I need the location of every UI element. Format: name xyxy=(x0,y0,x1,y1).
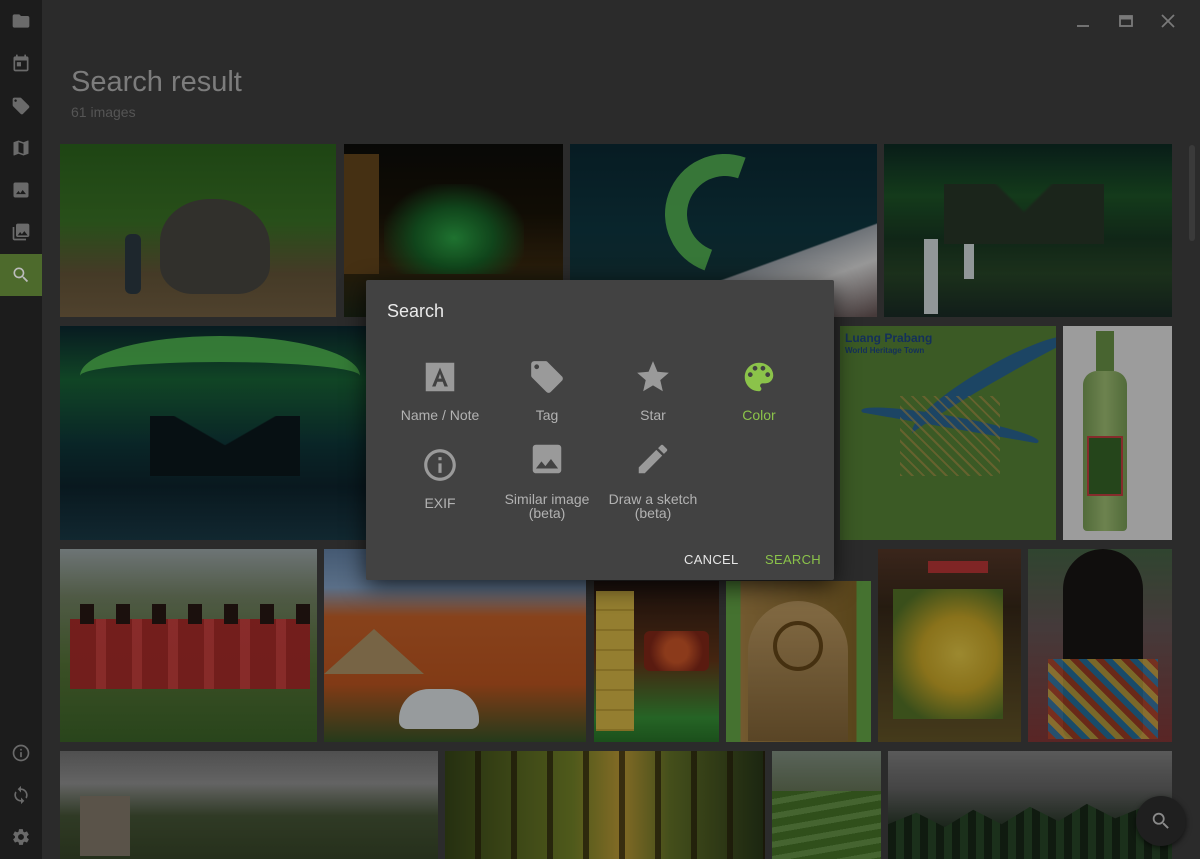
maximize-button[interactable] xyxy=(1112,8,1140,34)
image-thumbnail[interactable] xyxy=(60,144,336,317)
page-title: Search result xyxy=(71,66,242,98)
tag-icon xyxy=(531,361,563,393)
calendar-icon xyxy=(13,54,29,72)
sidebar-item-map[interactable] xyxy=(0,127,42,169)
settings-icon xyxy=(13,829,29,845)
palette-icon xyxy=(744,362,774,392)
search-option-name-note[interactable]: Name / Note xyxy=(387,358,493,422)
search-option-tag[interactable]: Tag xyxy=(494,358,600,422)
image-thumbnail[interactable] xyxy=(772,751,881,859)
sidebar-item-search[interactable] xyxy=(0,254,42,296)
image-thumbnail[interactable] xyxy=(888,751,1172,859)
close-icon xyxy=(1161,14,1175,28)
folder-icon xyxy=(12,14,30,28)
image-thumbnail[interactable] xyxy=(60,751,438,859)
pencil-icon xyxy=(638,444,668,474)
photo-library-icon xyxy=(12,223,30,241)
option-label: Name / Note xyxy=(400,407,480,423)
option-label: Star xyxy=(640,407,666,423)
sidebar-item-photo[interactable] xyxy=(0,169,42,211)
text-a-icon xyxy=(425,362,455,392)
search-option-color[interactable]: Color xyxy=(706,358,812,422)
map-icon xyxy=(13,140,29,156)
sidebar-item-photo-library[interactable] xyxy=(0,211,42,253)
search-option-similar-image[interactable]: Similar image (beta) xyxy=(494,440,600,520)
sidebar-item-sync[interactable] xyxy=(0,774,42,816)
sidebar-item-info[interactable] xyxy=(0,732,42,774)
search-dialog: Search Name / Note Tag Star Color EXIF S… xyxy=(366,280,834,580)
scrollbar[interactable] xyxy=(1189,145,1195,241)
photo-icon xyxy=(13,182,29,198)
image-count: 61 images xyxy=(71,104,136,120)
image-thumbnail[interactable] xyxy=(884,144,1172,317)
sidebar-item-calendar[interactable] xyxy=(0,42,42,84)
sidebar-item-tags[interactable] xyxy=(0,85,42,127)
sidebar-item-settings[interactable] xyxy=(0,816,42,858)
image-thumbnail[interactable] xyxy=(594,581,719,742)
info-icon xyxy=(424,449,456,481)
image-thumbnail[interactable] xyxy=(1028,549,1172,742)
image-thumbnail[interactable] xyxy=(60,326,366,540)
image-thumbnail[interactable] xyxy=(60,549,317,742)
option-label: Similar image (beta) xyxy=(504,491,590,521)
minimize-icon xyxy=(1077,25,1089,27)
search-button[interactable]: SEARCH xyxy=(765,552,821,567)
image-icon xyxy=(532,444,562,474)
image-thumbnail[interactable] xyxy=(445,751,765,859)
image-thumbnail[interactable] xyxy=(1063,326,1172,540)
floating-search-button[interactable] xyxy=(1136,796,1186,846)
sync-icon xyxy=(14,785,28,805)
image-thumbnail[interactable] xyxy=(726,581,871,742)
search-icon xyxy=(1152,812,1169,829)
option-label: Tag xyxy=(535,407,559,423)
image-thumbnail[interactable]: Luang Prabang World Heritage Town xyxy=(840,326,1056,540)
search-icon xyxy=(13,267,29,283)
option-label: Draw a sketch (beta) xyxy=(608,491,698,521)
maximize-icon xyxy=(1119,15,1133,27)
star-icon xyxy=(637,361,669,392)
info-icon xyxy=(12,744,30,762)
tag-icon xyxy=(12,97,30,115)
sidebar-item-folders[interactable] xyxy=(0,0,42,42)
option-label: EXIF xyxy=(424,495,456,511)
dialog-title: Search xyxy=(387,301,445,321)
option-label: Color xyxy=(742,407,776,423)
search-option-exif[interactable]: EXIF xyxy=(387,446,493,510)
sidebar xyxy=(0,0,42,859)
search-option-star[interactable]: Star xyxy=(600,358,706,422)
minimize-button[interactable] xyxy=(1069,8,1097,34)
cancel-button[interactable]: CANCEL xyxy=(684,552,739,567)
search-option-draw-sketch[interactable]: Draw a sketch (beta) xyxy=(600,440,706,520)
close-button[interactable] xyxy=(1154,8,1182,34)
image-thumbnail[interactable] xyxy=(878,549,1021,742)
